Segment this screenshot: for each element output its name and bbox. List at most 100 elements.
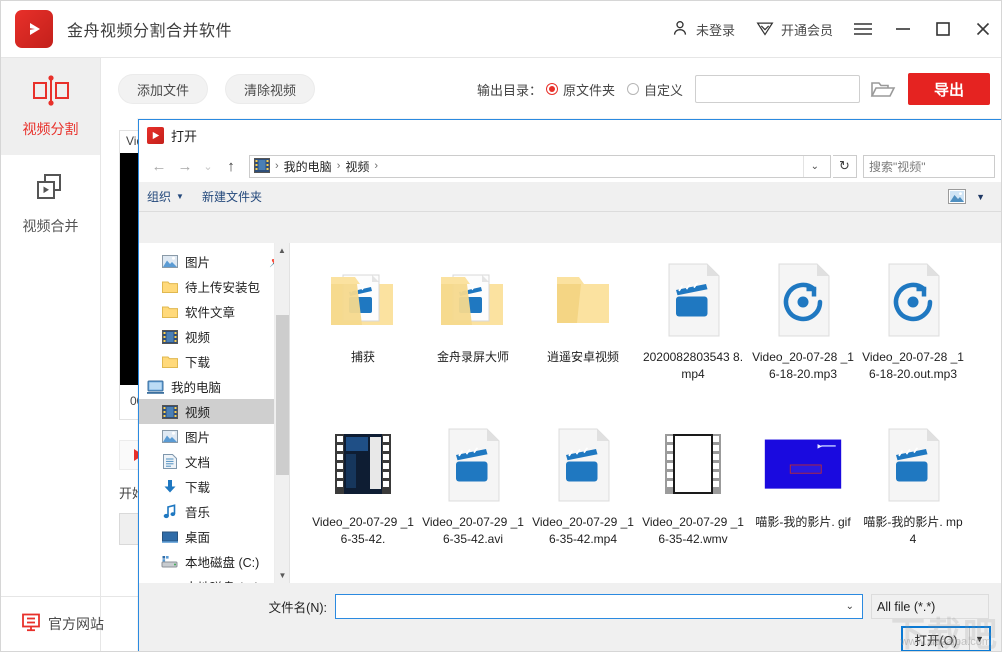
refresh-icon[interactable]: ↻ (833, 154, 857, 178)
new-folder-button[interactable]: 新建文件夹 (202, 188, 262, 205)
open-dropdown-icon[interactable]: ▼ (969, 628, 989, 650)
caret-down-icon[interactable]: ▼ (976, 192, 985, 202)
tree-item-downloads[interactable]: 下载 (139, 474, 289, 499)
scroll-up-icon[interactable]: ▲ (275, 243, 289, 258)
file-list: 捕获 金舟录屏大师 逍遥安卓视频 2020082803543 8.mp4 Vid… (290, 243, 1001, 583)
radio-original-folder[interactable]: 原文件夹 (545, 80, 615, 99)
file-item-capture[interactable]: 捕获 (308, 255, 418, 420)
official-site-link[interactable]: 官方网站 (21, 613, 104, 635)
clear-video-button[interactable]: 清除视频 (225, 74, 316, 104)
file-name: 捕获 (350, 350, 375, 364)
view-thumbnails-icon[interactable] (948, 189, 967, 204)
dialog-buttons: 打开(O) ▼ (139, 619, 1001, 651)
breadcrumb-dropdown-icon[interactable]: ⌄ (802, 155, 826, 177)
radio-custom-folder[interactable]: 自定义 (626, 80, 683, 99)
hamburger-menu-icon[interactable] (843, 1, 883, 58)
tree-item-drive-c[interactable]: 本地磁盘 (C:) (139, 549, 289, 574)
file-item-mp3-1[interactable]: Video_20-07-28 _16-18-20.mp3 (748, 255, 858, 420)
audio-doc-icon (873, 259, 953, 341)
tree-item-software-articles[interactable]: 软件文章 (139, 299, 289, 324)
sidebar-item-merge-video[interactable]: 视频合并 (1, 155, 100, 252)
file-name: Video_20-07-28 _16-18-20.out.mp3 (862, 350, 964, 381)
folder-open-icon[interactable] (866, 75, 900, 103)
search-input[interactable]: 搜索"视频" (863, 154, 995, 178)
tree-item-my-computer[interactable]: 我的电脑 (139, 374, 289, 399)
export-button[interactable]: 导出 (908, 73, 990, 105)
desktop-icon (161, 529, 178, 545)
radio-custom-label: 自定义 (643, 82, 683, 98)
tree-item-videos-quick[interactable]: 视频 (139, 324, 289, 349)
breadcrumb[interactable]: › 我的电脑 › 视频 › ⌄ (249, 154, 831, 178)
scrollbar-thumb[interactable] (276, 315, 289, 475)
file-name: Video_20-07-29 _16-35-42.mp4 (532, 515, 634, 546)
maximize-icon[interactable] (923, 1, 963, 58)
tree-item-downloads-quick[interactable]: 下载 (139, 349, 289, 374)
dialog-footer: 文件名(N): ⌄ All file (*.*) 打开(O) ▼ 下载吧 (139, 583, 1001, 651)
account-button[interactable]: 未登录 (660, 1, 745, 57)
folder-icon (161, 279, 178, 295)
tree-scrollbar[interactable]: ▲ ▼ (274, 243, 289, 583)
add-file-button[interactable]: 添加文件 (118, 74, 209, 104)
filename-input[interactable]: ⌄ (335, 594, 863, 619)
application-window: 金舟视频分割合并软件 未登录 开通会员 视频分割 视频合并 添加文件 清除视频 … (0, 0, 1002, 652)
breadcrumb-item-1[interactable]: 视频 (345, 158, 369, 175)
scroll-down-icon[interactable]: ▼ (275, 568, 289, 583)
music-icon (161, 504, 178, 520)
open-split-button[interactable]: 打开(O) ▼ (901, 626, 991, 651)
file-name: Video_20-07-29 _16-35-42.wmv (642, 515, 744, 546)
breadcrumb-item-0[interactable]: 我的电脑 (284, 158, 332, 175)
tree-item-label: 本地磁盘 (C:) (185, 556, 260, 570)
arrow-right-icon[interactable]: → (173, 154, 197, 178)
breadcrumb-separator: › (336, 160, 341, 172)
breadcrumb-separator: › (374, 160, 379, 172)
folder-video-icon (433, 259, 513, 341)
account-label: 未登录 (695, 22, 735, 38)
videos-icon (161, 404, 178, 420)
file-item-mp4-2[interactable]: Video_20-07-29 _16-35-42.mp4 (528, 420, 638, 583)
tree-item-music[interactable]: 音乐 (139, 499, 289, 524)
merge-video-icon (32, 171, 70, 208)
file-item-wmv-thumb[interactable]: Video_20-07-29 _16-35-42. (308, 420, 418, 583)
tree-item-videos-selected[interactable]: 视频 (139, 399, 289, 424)
organize-button[interactable]: 组织 ▼ (147, 188, 184, 205)
dialog-title: 打开 (171, 128, 198, 144)
tree-item-drive-d[interactable]: 本地磁盘 (D:) (139, 574, 289, 583)
file-item-wmv[interactable]: Video_20-07-29 _16-35-42.wmv (638, 420, 748, 583)
tree-item-pictures[interactable]: 图片 (139, 424, 289, 449)
tree-item-documents[interactable]: 文档 (139, 449, 289, 474)
arrow-up-icon[interactable]: ↑ (219, 154, 243, 178)
close-icon[interactable] (963, 1, 1001, 58)
tree-item-label: 音乐 (185, 506, 211, 520)
video-folder-icon (254, 158, 270, 174)
radio-original-label: 原文件夹 (562, 82, 615, 98)
file-item-android-video[interactable]: 逍遥安卓视频 (528, 255, 638, 420)
tree-item-upload-package[interactable]: 待上传安装包 (139, 274, 289, 299)
chevron-down-icon[interactable]: ⌄ (199, 154, 217, 178)
blue-thumb-icon (763, 424, 843, 506)
sidebar-item-split-video[interactable]: 视频分割 (1, 58, 100, 155)
file-item-mp4-2020[interactable]: 2020082803543 8.mp4 (638, 255, 748, 420)
file-item-avi[interactable]: Video_20-07-29 _16-35-42.avi (418, 420, 528, 583)
navigation-tree: 图片 📌 待上传安装包 软件文章 (139, 243, 290, 583)
minimize-icon[interactable] (883, 1, 923, 58)
vip-button[interactable]: 开通会员 (745, 1, 843, 57)
filename-label: 文件名(N): (268, 601, 327, 615)
tree-item-desktop[interactable]: 桌面 (139, 524, 289, 549)
file-item-gif[interactable]: 喵影-我的影片. gif (748, 420, 858, 583)
app-title: 金舟视频分割合并软件 (67, 23, 233, 40)
tree-item-pictures-quick[interactable]: 图片 📌 (139, 249, 289, 274)
file-item-recorder[interactable]: 金舟录屏大师 (418, 255, 528, 420)
open-button[interactable]: 打开(O) (903, 628, 969, 650)
tree-list: 图片 📌 待上传安装包 软件文章 (139, 243, 289, 583)
file-item-miaoying-mp4[interactable]: 喵影-我的影片. mp4 (858, 420, 968, 583)
chevron-down-icon[interactable]: ⌄ (846, 601, 858, 612)
tree-item-label: 桌面 (185, 531, 211, 545)
file-item-mp3-2[interactable]: Video_20-07-28 _16-18-20.out.mp3 (858, 255, 968, 420)
file-type-filter[interactable]: All file (*.*) (871, 594, 989, 619)
pictures-icon (161, 429, 178, 445)
organize-label: 组织 (147, 190, 172, 204)
arrow-left-icon[interactable]: ← (147, 154, 171, 178)
output-path-input[interactable] (695, 75, 860, 103)
tree-item-label: 图片 (185, 256, 211, 270)
tree-item-label: 视频 (185, 331, 211, 345)
